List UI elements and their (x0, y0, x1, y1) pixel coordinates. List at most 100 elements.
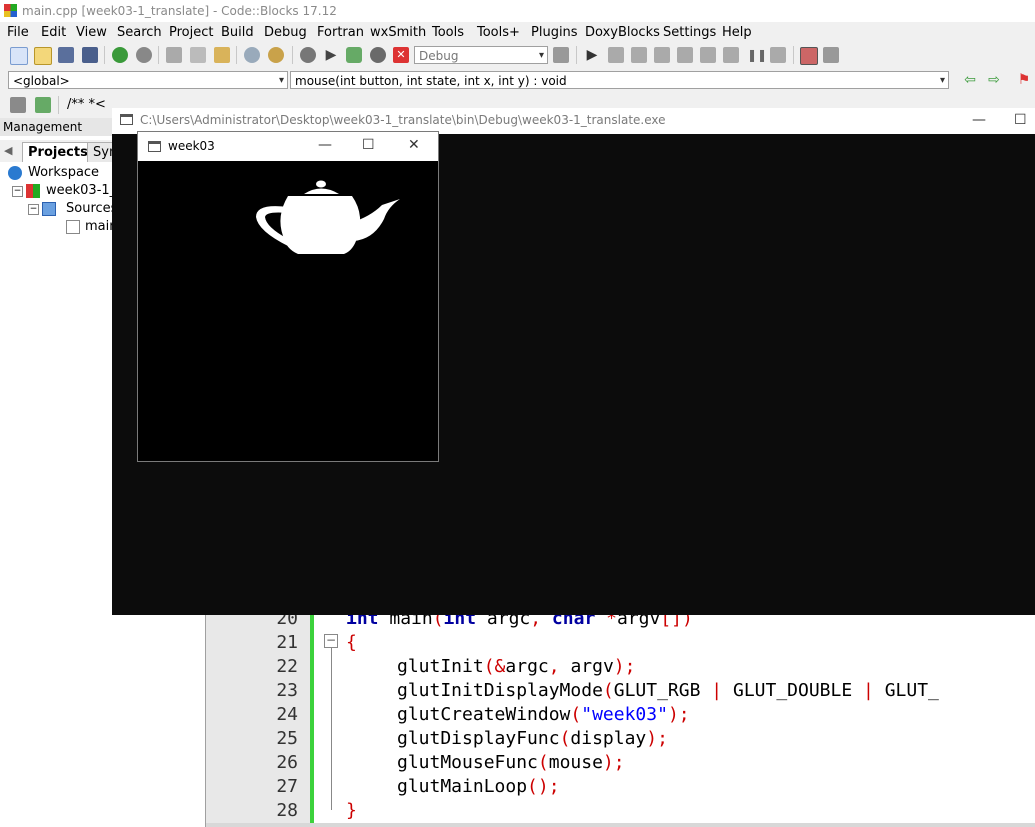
build-and-run-icon[interactable] (346, 47, 362, 63)
code-completion-toolbar: <global> ▾ mouse(int button, int state, … (0, 68, 1035, 92)
minimize-icon[interactable]: — (972, 112, 986, 128)
build-target-select[interactable]: Debug ▾ (414, 46, 548, 64)
close-icon[interactable]: ✕ (408, 137, 420, 153)
line-number: 25 (276, 728, 298, 749)
save-all-icon[interactable] (82, 47, 98, 63)
menu-tools[interactable]: Tools (432, 25, 464, 40)
workspace-icon (8, 166, 22, 180)
folder-open-icon (42, 202, 56, 216)
find-icon[interactable] (244, 47, 260, 63)
bookmark-flag-icon[interactable]: ⚑ (1016, 72, 1032, 88)
jump-forward-icon[interactable]: ⇨ (986, 72, 1002, 88)
debug-windows-icon[interactable] (800, 47, 818, 65)
step-out-icon[interactable] (677, 47, 693, 63)
run-to-cursor-icon[interactable] (608, 47, 624, 63)
pause-icon[interactable]: ❚❚ (747, 47, 767, 63)
code-token: "week03" (581, 704, 668, 725)
function-value: mouse(int button, int state, int x, int … (295, 74, 567, 88)
collapse-icon[interactable]: − (28, 204, 39, 215)
horizontal-scrollbar[interactable] (206, 823, 1035, 827)
open-file-icon[interactable] (34, 47, 52, 65)
code-editor[interactable]: 20 21 22 23 24 25 26 27 28 − int main(in… (206, 600, 1035, 827)
debug-info-icon[interactable] (823, 47, 839, 63)
code-token: (& (483, 656, 506, 677)
fold-collapse-icon[interactable]: − (324, 634, 338, 648)
line-number: 26 (276, 752, 298, 773)
build-gear-icon[interactable] (300, 47, 316, 63)
glut-title-bar[interactable]: week03 — ☐ ✕ (138, 132, 438, 161)
step-into-icon[interactable] (654, 47, 670, 63)
toolbar-separator (236, 46, 237, 64)
opengl-canvas[interactable] (138, 161, 438, 461)
step-into-instruction-icon[interactable] (723, 47, 739, 63)
code-token: ( (602, 680, 614, 701)
toolbar-separator (158, 46, 159, 64)
minimize-icon[interactable]: — (318, 137, 332, 153)
target-options-icon[interactable] (553, 47, 569, 63)
maximize-icon[interactable]: ☐ (1014, 112, 1027, 128)
scope-value: <global> (13, 74, 70, 88)
code-token: glutCreateWindow (397, 704, 571, 725)
tab-projects[interactable]: Projects (22, 142, 94, 162)
menu-project[interactable]: Project (169, 25, 213, 40)
menu-file[interactable]: File (7, 25, 29, 40)
glut-title: week03 (168, 139, 215, 153)
function-select[interactable]: mouse(int button, int state, int x, int … (290, 71, 949, 89)
menu-edit[interactable]: Edit (41, 25, 66, 40)
cut-icon[interactable] (166, 47, 182, 63)
code-line-21: { (346, 632, 357, 653)
replace-icon[interactable] (268, 47, 284, 63)
doxywizard-icon[interactable] (10, 97, 26, 113)
abort-icon[interactable]: ✕ (393, 47, 409, 63)
next-line-icon[interactable] (631, 47, 647, 63)
code-line-28: } (346, 800, 357, 821)
console-title: C:\Users\Administrator\Desktop\week03-1_… (140, 113, 666, 127)
menu-bar: File Edit View Search Project Build Debu… (0, 22, 1035, 42)
line-number: 22 (276, 656, 298, 677)
code-token: | (711, 680, 723, 701)
scope-select[interactable]: <global> ▾ (8, 71, 288, 89)
glut-window[interactable]: week03 — ☐ ✕ (137, 131, 439, 462)
menu-fortran[interactable]: Fortran (317, 25, 364, 40)
chevron-down-icon: ▾ (278, 75, 284, 86)
jump-back-icon[interactable]: ⇦ (962, 72, 978, 88)
code-token: glutInitDisplayMode (397, 680, 603, 701)
code-token: ( (559, 728, 571, 749)
copy-icon[interactable] (190, 47, 206, 63)
stop-debug-icon[interactable] (770, 47, 786, 63)
menu-help[interactable]: Help (722, 25, 752, 40)
menu-build[interactable]: Build (221, 25, 254, 40)
redo-icon[interactable] (136, 47, 152, 63)
code-token: { (346, 632, 357, 653)
main-toolbar: ▶ ✕ Debug ▾ ▶ ❚❚ (0, 43, 1035, 67)
line-number: 24 (276, 704, 298, 725)
menu-settings[interactable]: Settings (663, 25, 716, 40)
menu-view[interactable]: View (76, 25, 107, 40)
extract-docs-icon[interactable] (35, 97, 51, 113)
tab-scroll-left-icon[interactable]: ◀ (4, 144, 12, 157)
run-icon[interactable]: ▶ (323, 47, 339, 63)
debug-start-icon[interactable]: ▶ (584, 47, 600, 63)
menu-plugins[interactable]: Plugins (531, 25, 578, 40)
code-token: (); (527, 776, 560, 797)
maximize-icon[interactable]: ☐ (362, 137, 375, 153)
new-file-icon[interactable] (10, 47, 28, 65)
line-number: 23 (276, 680, 298, 701)
paste-icon[interactable] (214, 47, 230, 63)
rebuild-icon[interactable] (370, 47, 386, 63)
collapse-icon[interactable]: − (12, 186, 23, 197)
menu-wxsmith[interactable]: wxSmith (370, 25, 426, 40)
save-icon[interactable] (58, 47, 74, 63)
toolbar-separator (292, 46, 293, 64)
undo-icon[interactable] (112, 47, 128, 63)
menu-search[interactable]: Search (117, 25, 162, 40)
menu-doxyblocks[interactable]: DoxyBlocks (585, 25, 660, 40)
next-instruction-icon[interactable] (700, 47, 716, 63)
toolbar-separator (58, 96, 59, 114)
menu-debug[interactable]: Debug (264, 25, 307, 40)
menu-tools-plus[interactable]: Tools+ (477, 25, 520, 40)
toolbar-separator (793, 46, 794, 64)
code-token: ); (602, 752, 625, 773)
code-token: ); (613, 656, 636, 677)
doxy-comment-button[interactable]: /** *< (67, 97, 106, 112)
